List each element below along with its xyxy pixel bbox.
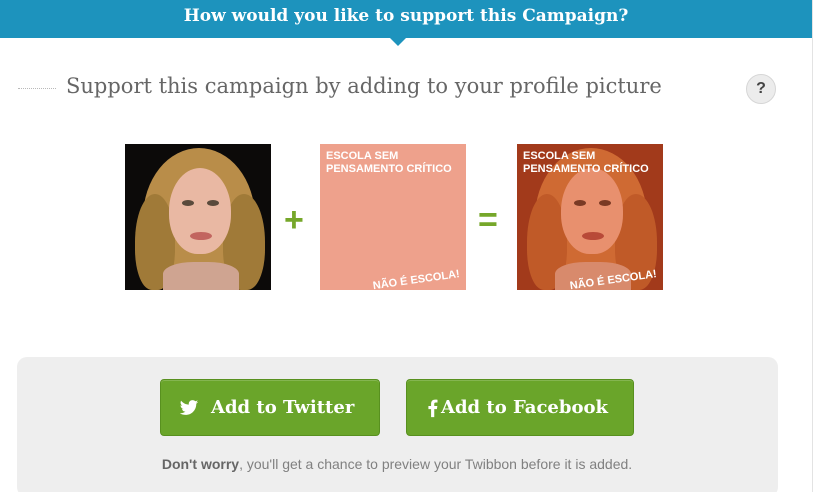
divider-line: [812, 0, 813, 492]
subtitle-row: Support this campaign by adding to your …: [18, 72, 788, 104]
subtitle-text: Support this campaign by adding to your …: [66, 74, 662, 98]
add-to-facebook-button[interactable]: Add to Facebook: [406, 379, 634, 436]
twitter-button-label: Add to Twitter: [211, 397, 355, 418]
preview-note: Don't worry, you'll get a chance to prev…: [0, 456, 794, 472]
result-top-text: ESCOLA SEM PENSAMENTO CRÍTICO: [523, 150, 649, 175]
overlay-top-text: ESCOLA SEM PENSAMENTO CRÍTICO: [326, 150, 452, 175]
note-text: , you'll get a chance to preview your Tw…: [239, 456, 633, 472]
header-pointer: [390, 38, 406, 46]
profile-photo: [125, 144, 271, 290]
facebook-f-icon: [428, 399, 438, 418]
add-to-twitter-button[interactable]: Add to Twitter: [160, 379, 380, 436]
equals-operator: =: [478, 201, 498, 239]
campaign-overlay: ESCOLA SEM PENSAMENTO CRÍTICO NÃO É ESCO…: [320, 144, 466, 290]
header-bar: How would you like to support this Campa…: [0, 0, 812, 38]
facebook-button-label: Add to Facebook: [441, 397, 608, 418]
note-emphasis: Don't worry: [161, 456, 240, 472]
twitter-bird-icon: [179, 400, 199, 415]
help-question-icon[interactable]: ?: [746, 74, 776, 104]
header-title: How would you like to support this Campa…: [183, 6, 629, 26]
plus-operator: +: [284, 201, 304, 239]
result-photo: ESCOLA SEM PENSAMENTO CRÍTICO NÃO É ESCO…: [517, 144, 663, 290]
overlay-bottom-text: NÃO É ESCOLA!: [371, 268, 460, 290]
dotted-divider: [18, 88, 56, 89]
